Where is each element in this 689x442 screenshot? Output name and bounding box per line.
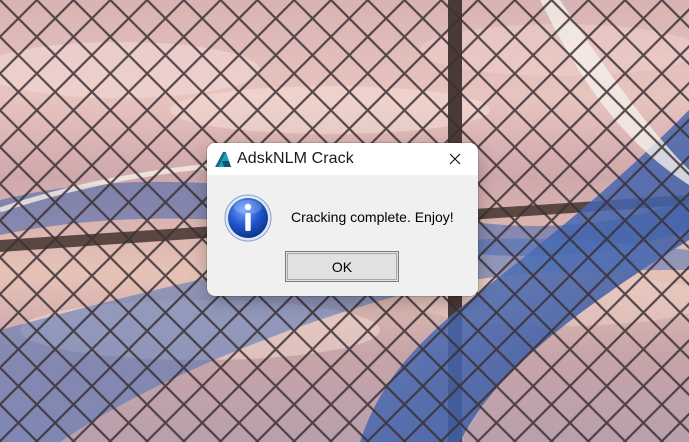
ok-button[interactable]: OK [285, 251, 399, 282]
message-dialog: AdskNLM Crack Cracking complete. Enjoy! … [207, 143, 478, 296]
message-text: Cracking complete. Enjoy! [291, 209, 454, 225]
window-title: AdskNLM Crack [237, 150, 354, 167]
close-button[interactable] [432, 143, 478, 175]
autodesk-logo-icon [215, 152, 231, 167]
info-icon [224, 194, 272, 242]
title-bar: AdskNLM Crack [207, 143, 478, 175]
close-icon [449, 153, 461, 165]
